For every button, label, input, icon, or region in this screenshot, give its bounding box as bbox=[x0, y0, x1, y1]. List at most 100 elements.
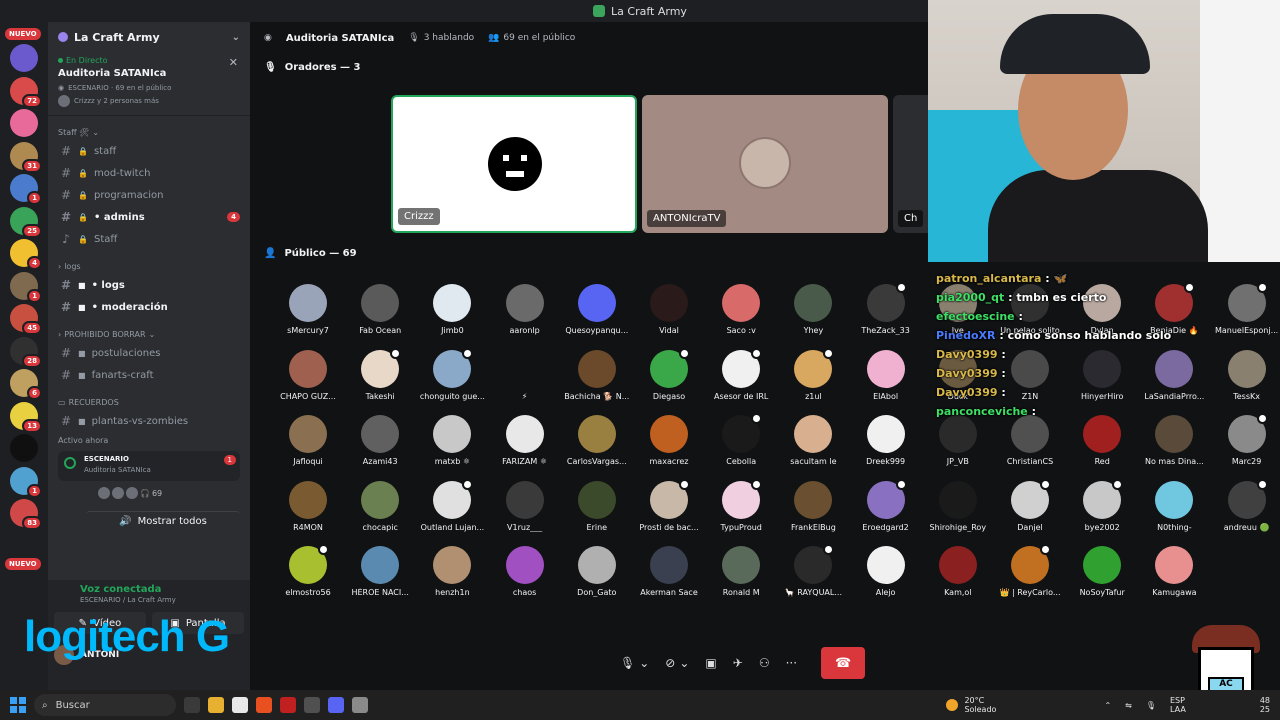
speaker-tile[interactable]: Crizzz bbox=[391, 95, 637, 233]
server-icon[interactable] bbox=[10, 109, 38, 137]
server-icon[interactable]: 28 bbox=[10, 336, 42, 368]
server-icon[interactable]: 72 bbox=[10, 76, 42, 108]
close-icon[interactable]: ✕ bbox=[229, 56, 238, 69]
audience-member[interactable]: FrankElBug bbox=[777, 480, 849, 532]
audience-member[interactable]: Shirohige_Roy bbox=[922, 480, 994, 532]
language-indicator[interactable]: ESP LAA bbox=[1170, 696, 1186, 714]
audience-member[interactable]: 👑 | ReyCarlo... bbox=[994, 544, 1066, 597]
audience-member[interactable]: Erine bbox=[561, 480, 633, 532]
audience-member[interactable]: chaos bbox=[489, 546, 561, 597]
server-icon[interactable] bbox=[10, 44, 38, 72]
category-logs[interactable]: › logs bbox=[48, 258, 250, 274]
discord-icon[interactable] bbox=[328, 697, 344, 713]
channel-item[interactable]: # ■ plantas-vs-zombies bbox=[48, 410, 250, 432]
clock[interactable]: 48 25 bbox=[1260, 696, 1270, 714]
audience-member[interactable]: ⚡ bbox=[489, 349, 561, 401]
audience-member[interactable]: sMercury7 bbox=[272, 284, 344, 335]
audience-member[interactable]: Jimb0 bbox=[416, 284, 488, 335]
audience-member[interactable]: Asesor de IRL bbox=[705, 347, 777, 401]
obs-icon[interactable] bbox=[304, 697, 320, 713]
speaker-tile[interactable]: ANTONIcraTV bbox=[642, 95, 888, 233]
category-recuerdos[interactable]: ▭ RECUERDOS bbox=[48, 394, 250, 410]
server-icon[interactable]: 4 bbox=[10, 239, 42, 270]
audience-member[interactable]: FARIZAM ⚛ bbox=[489, 415, 561, 466]
audience-member[interactable]: matxb ⚛ bbox=[416, 415, 488, 466]
audience-member[interactable]: aaronlp bbox=[489, 284, 561, 335]
audience-member[interactable]: Azami43 bbox=[344, 415, 416, 466]
taskbar-search[interactable]: ⌕ Buscar bbox=[34, 694, 176, 716]
network-icon[interactable]: ⇋ bbox=[1125, 701, 1132, 710]
audience-member[interactable]: N0thing- bbox=[1138, 480, 1210, 532]
active-stage-card[interactable]: ESCENARIO Auditoria SATANIca 1 bbox=[58, 451, 240, 481]
audience-member[interactable]: elmostro56 bbox=[272, 544, 344, 597]
audience-member[interactable]: CHAPO GUZ... bbox=[272, 349, 344, 401]
audience-member[interactable]: TheZack_33 bbox=[850, 282, 922, 335]
more-button[interactable]: ··· bbox=[786, 656, 797, 670]
audience-member[interactable]: Kamugawa bbox=[1138, 546, 1210, 597]
invite-button[interactable]: ⚇ bbox=[759, 656, 770, 670]
file-explorer-icon[interactable] bbox=[208, 697, 224, 713]
audience-member[interactable]: chocapic bbox=[344, 480, 416, 532]
audience-member[interactable]: Fab Ocean bbox=[344, 284, 416, 335]
brave-icon[interactable] bbox=[256, 697, 272, 713]
audience-member[interactable]: sacultam le bbox=[777, 415, 849, 466]
audience-member[interactable]: Cebolla bbox=[705, 413, 777, 466]
guild-header[interactable]: La Craft Army ⌄ bbox=[48, 22, 250, 52]
server-icon[interactable]: 6 bbox=[10, 369, 42, 400]
audience-member[interactable]: Jafloqui bbox=[272, 415, 344, 466]
audience-member[interactable]: Diegaso bbox=[633, 347, 705, 401]
windows-start-icon[interactable] bbox=[10, 697, 26, 713]
activity-button[interactable]: ✈ bbox=[733, 656, 743, 670]
audience-member[interactable]: Yhey bbox=[777, 284, 849, 335]
show-all-button[interactable]: 🔊 Mostrar todos bbox=[86, 511, 240, 531]
settings-icon[interactable] bbox=[352, 697, 368, 713]
server-icon[interactable]: 1 bbox=[10, 174, 42, 205]
audience-member[interactable]: ManuelEsponj... bbox=[1211, 282, 1280, 335]
audience-member[interactable]: Danjel bbox=[994, 478, 1066, 532]
server-icon[interactable]: 1 bbox=[10, 466, 42, 498]
audience-member[interactable]: bye2002 bbox=[1066, 478, 1138, 532]
audience-member[interactable]: Alejo bbox=[850, 546, 922, 597]
server-icon[interactable]: 1 bbox=[10, 271, 42, 303]
audience-member[interactable]: HÉROE NACI... bbox=[344, 546, 416, 597]
audience-member[interactable]: Marc29 bbox=[1211, 413, 1280, 466]
channel-item[interactable]: # ■ • logs bbox=[48, 274, 250, 296]
audience-member[interactable]: andreuu 🟢 bbox=[1211, 478, 1280, 532]
audience-member[interactable]: Quesoypanqu... bbox=[561, 284, 633, 335]
youtube-icon[interactable] bbox=[280, 697, 296, 713]
server-icon[interactable]: 13 bbox=[10, 401, 42, 433]
audience-member[interactable]: Ronald M bbox=[705, 546, 777, 597]
server-icon[interactable]: 25 bbox=[10, 206, 42, 238]
audience-member[interactable]: Saco :v bbox=[705, 284, 777, 335]
server-icon[interactable]: 83 bbox=[10, 499, 42, 530]
camera-button[interactable]: ⊘ ⌄ bbox=[665, 656, 689, 670]
category-staff[interactable]: Staff 🛠 ⌄ bbox=[48, 124, 250, 140]
task-view-icon[interactable] bbox=[184, 697, 200, 713]
audience-member[interactable]: Outland Lujan... bbox=[416, 478, 488, 532]
audience-member[interactable]: z1ul bbox=[777, 347, 849, 401]
audience-member[interactable]: Don_Gato bbox=[561, 546, 633, 597]
mic-icon[interactable]: 🎙 bbox=[1146, 701, 1156, 710]
audience-member[interactable]: Vidal bbox=[633, 284, 705, 335]
audience-member[interactable]: chonguito gue... bbox=[416, 347, 488, 401]
channel-item[interactable]: # ■ postulaciones bbox=[48, 342, 250, 364]
chevron-up-icon[interactable]: ⌃ bbox=[1104, 701, 1111, 710]
audience-member[interactable]: Eroedgard2 bbox=[850, 478, 922, 532]
audience-member[interactable]: R4MON bbox=[272, 480, 344, 532]
channel-item[interactable]: # 🔒 mod-twitch bbox=[48, 162, 250, 184]
channel-item[interactable]: ♪ 🔒 Staff bbox=[48, 228, 250, 250]
live-stage-card[interactable]: En Directo ✕ Auditoria SATANIca ◉ ESCENA… bbox=[48, 52, 250, 116]
audience-member[interactable]: Akerman Sace bbox=[633, 546, 705, 597]
leave-stage-button[interactable]: ☎ bbox=[821, 647, 866, 679]
server-icon[interactable]: 45 bbox=[10, 304, 42, 335]
audience-member[interactable]: henzh1n bbox=[416, 546, 488, 597]
channel-item[interactable]: # 🔒 • admins 4 bbox=[48, 206, 250, 228]
screen-share-button[interactable]: ▣ bbox=[705, 656, 716, 670]
server-icon[interactable] bbox=[10, 434, 38, 462]
audience-member[interactable]: Dreek999 bbox=[850, 415, 922, 466]
audience-member[interactable]: NoSoyTafur bbox=[1066, 546, 1138, 597]
channel-item[interactable]: # ■ fanarts-craft bbox=[48, 364, 250, 386]
audience-member[interactable]: 🦙 RAYQUAL... bbox=[777, 544, 849, 597]
audience-member[interactable]: ElAbol bbox=[850, 349, 922, 401]
audience-member[interactable]: Takeshi bbox=[344, 347, 416, 401]
